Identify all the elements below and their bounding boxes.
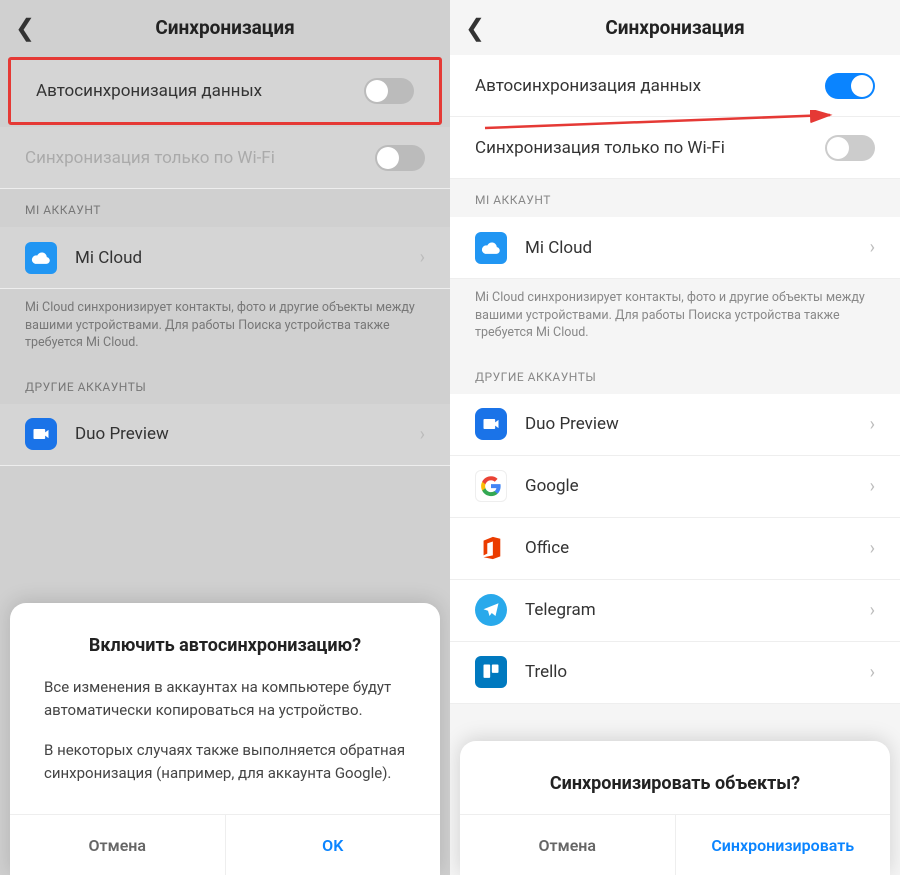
chevron-right-icon: › [870, 662, 875, 683]
dialog-p2: В некоторых случаях также выполняется об… [44, 739, 406, 784]
dialog-sync-objects: Синхронизировать объекты? Отмена Синхрон… [460, 741, 890, 875]
back-icon[interactable]: ❮ [465, 14, 495, 42]
page-title: Синхронизация [495, 16, 855, 39]
toggle-wifi-off[interactable] [375, 145, 425, 171]
setting-autosync[interactable]: Автосинхронизация данных [11, 60, 439, 122]
section-other-accounts: ДРУГИЕ АККАУНТЫ [450, 356, 900, 394]
chevron-right-icon: › [870, 538, 875, 559]
account-trello-label: Trello [525, 662, 870, 682]
dialog-title: Синхронизировать объекты? [460, 741, 890, 814]
ok-button[interactable]: OK [226, 815, 441, 875]
phone-right: ❮ Синхронизация Автосинхронизация данных… [450, 0, 900, 875]
cancel-button[interactable]: Отмена [10, 815, 226, 875]
cloud-icon [25, 242, 57, 274]
duo-icon [25, 418, 57, 450]
dialog-buttons: Отмена Синхронизировать [460, 814, 890, 875]
header: ❮ Синхронизация [0, 0, 450, 55]
micloud-description: Mi Cloud синхронизирует контакты, фото и… [0, 289, 450, 366]
chevron-right-icon: › [870, 237, 875, 258]
account-telegram-label: Telegram [525, 600, 870, 620]
setting-wifi-label: Синхронизация только по Wi-Fi [475, 138, 825, 158]
account-micloud[interactable]: Mi Cloud › [450, 217, 900, 279]
account-telegram[interactable]: Telegram › [450, 580, 900, 642]
header: ❮ Синхронизация [450, 0, 900, 55]
sync-button[interactable]: Синхронизировать [676, 815, 891, 875]
dialog-title: Включить автосинхронизацию? [10, 603, 440, 676]
dialog-buttons: Отмена OK [10, 814, 440, 875]
account-duo[interactable]: Duo Preview › [0, 404, 450, 466]
account-duo-label: Duo Preview [75, 424, 420, 444]
setting-autosync-label: Автосинхронизация данных [36, 81, 364, 101]
setting-wifi-only[interactable]: Синхронизация только по Wi-Fi [450, 117, 900, 179]
phone-left: ❮ Синхронизация Автосинхронизация данных… [0, 0, 450, 875]
account-duo[interactable]: Duo Preview › [450, 394, 900, 456]
google-icon [475, 470, 507, 502]
page-title: Синхронизация [45, 16, 405, 39]
toggle-autosync-off[interactable] [364, 78, 414, 104]
chevron-right-icon: › [420, 247, 425, 268]
section-mi-account: MI АККАУНТ [450, 179, 900, 217]
chevron-right-icon: › [870, 414, 875, 435]
micloud-description: Mi Cloud синхронизирует контакты, фото и… [450, 279, 900, 356]
account-google-label: Google [525, 476, 870, 496]
account-micloud[interactable]: Mi Cloud › [0, 227, 450, 289]
section-mi-account: MI АККАУНТ [0, 189, 450, 227]
account-duo-label: Duo Preview [525, 414, 870, 434]
account-google[interactable]: Google › [450, 456, 900, 518]
toggle-autosync-on[interactable] [825, 73, 875, 99]
office-icon [475, 532, 507, 564]
account-micloud-label: Mi Cloud [75, 248, 420, 268]
back-icon[interactable]: ❮ [15, 14, 45, 42]
dialog-body: Все изменения в аккаунтах на компьютере … [10, 676, 440, 814]
chevron-right-icon: › [420, 424, 425, 445]
account-trello[interactable]: Trello › [450, 642, 900, 704]
dialog-p1: Все изменения в аккаунтах на компьютере … [44, 676, 406, 721]
account-office[interactable]: Office › [450, 518, 900, 580]
setting-autosync[interactable]: Автосинхронизация данных [450, 55, 900, 117]
trello-icon [475, 656, 507, 688]
chevron-right-icon: › [870, 600, 875, 621]
chevron-right-icon: › [870, 476, 875, 497]
cancel-button[interactable]: Отмена [460, 815, 676, 875]
toggle-wifi-off[interactable] [825, 135, 875, 161]
account-micloud-label: Mi Cloud [525, 238, 870, 258]
setting-wifi-only[interactable]: Синхронизация только по Wi-Fi [0, 127, 450, 189]
highlight-autosync: Автосинхронизация данных [8, 57, 442, 125]
setting-wifi-label: Синхронизация только по Wi-Fi [25, 148, 375, 168]
duo-icon [475, 408, 507, 440]
account-office-label: Office [525, 538, 870, 558]
telegram-icon [475, 594, 507, 626]
setting-autosync-label: Автосинхронизация данных [475, 76, 825, 96]
cloud-icon [475, 232, 507, 264]
section-other-accounts: ДРУГИЕ АККАУНТЫ [0, 366, 450, 404]
dialog-autosync: Включить автосинхронизацию? Все изменени… [10, 603, 440, 875]
